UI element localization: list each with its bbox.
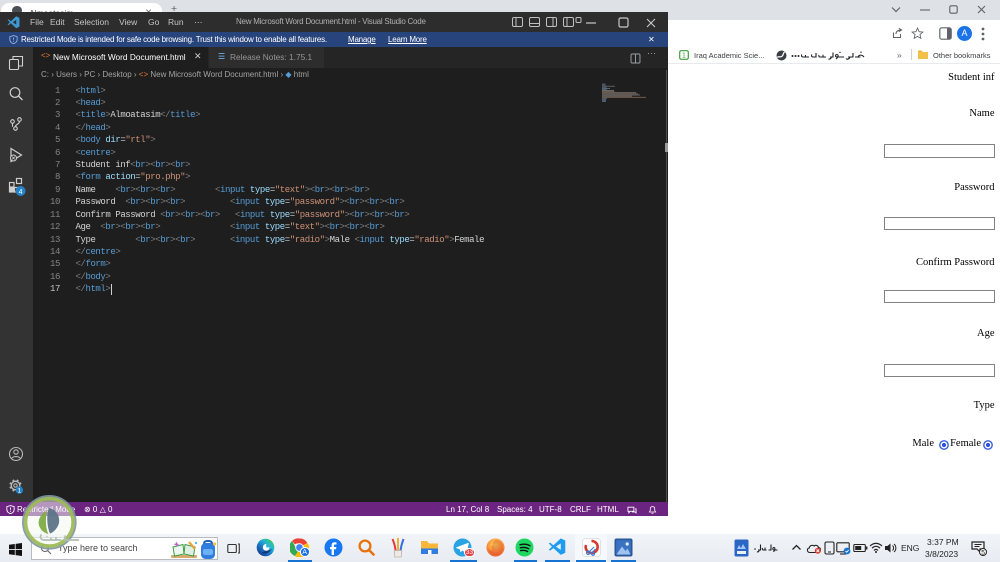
- svg-text:1: 1: [682, 53, 686, 60]
- svg-text:4: 4: [19, 189, 23, 196]
- svg-text:5: 5: [981, 549, 985, 556]
